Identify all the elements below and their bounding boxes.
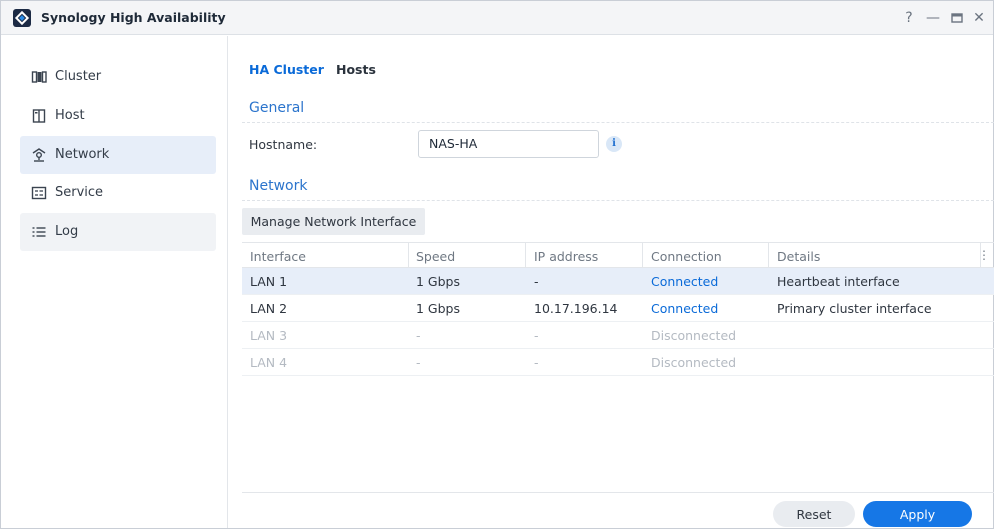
sidebar-item-label: Service (55, 185, 104, 200)
synology-ha-app-icon (13, 9, 31, 27)
service-icon (31, 185, 47, 201)
cell-connection: Connected (651, 301, 719, 316)
table-row[interactable]: LAN 3 - - Disconnected (242, 322, 994, 349)
app-window: Synology High Availability ? — ✕ Cluster… (0, 0, 994, 529)
column-header-ip-address[interactable]: IP address (534, 249, 598, 264)
cell-connection: Disconnected (651, 328, 737, 343)
hostname-label: Hostname: (249, 137, 318, 152)
sidebar-item-service[interactable]: Service (20, 174, 216, 212)
cell-ip-address: - (534, 355, 539, 370)
cell-speed: 1 Gbps (416, 301, 460, 316)
minimize-icon[interactable]: — (923, 9, 943, 27)
sidebar-item-label: Network (55, 147, 110, 162)
cell-interface: LAN 2 (250, 301, 288, 316)
host-icon (31, 108, 47, 124)
info-icon[interactable]: i (606, 136, 622, 152)
cell-ip-address: 10.17.196.14 (534, 301, 618, 316)
title-bar: Synology High Availability ? — ✕ (1, 1, 993, 35)
column-header-details[interactable]: Details (777, 249, 820, 264)
column-header-connection[interactable]: Connection (651, 249, 722, 264)
column-options-icon[interactable]: ⋮ (978, 248, 990, 262)
cell-interface: LAN 3 (250, 328, 288, 343)
cell-details: Primary cluster interface (777, 301, 932, 316)
column-header-speed[interactable]: Speed (416, 249, 455, 264)
cell-connection: Connected (651, 274, 719, 289)
tab-ha-cluster[interactable]: HA Cluster (249, 62, 324, 77)
hostname-input[interactable]: NAS-HA (418, 130, 599, 158)
close-icon[interactable]: ✕ (969, 9, 989, 27)
table-row[interactable]: LAN 1 1 Gbps - Connected Heartbeat inter… (242, 268, 994, 295)
sidebar-item-cluster[interactable]: Cluster (20, 58, 216, 96)
apply-button[interactable]: Apply (863, 501, 972, 527)
sidebar-item-label: Cluster (55, 69, 102, 84)
manage-network-interface-button[interactable]: Manage Network Interface (242, 208, 425, 235)
cell-details: Heartbeat interface (777, 274, 900, 289)
sidebar-item-label: Log (55, 224, 79, 239)
network-icon (31, 147, 47, 163)
section-divider (242, 200, 994, 201)
cell-speed: - (416, 328, 421, 343)
sidebar-item-network[interactable]: Network (20, 136, 216, 174)
sidebar: Cluster Host Network Service Log (1, 36, 228, 528)
sidebar-item-label: Host (55, 108, 85, 123)
maximize-icon[interactable] (947, 9, 967, 27)
main-content: HA Cluster Hosts General Hostname: NAS-H… (229, 36, 994, 528)
general-section-title: General (249, 100, 305, 116)
cluster-icon (31, 69, 47, 85)
sidebar-item-host[interactable]: Host (20, 97, 216, 135)
table-header: Interface Speed IP address Connection De… (242, 242, 994, 268)
window-title: Synology High Availability (41, 10, 226, 25)
tab-hosts[interactable]: Hosts (336, 62, 376, 77)
cell-interface: LAN 4 (250, 355, 288, 370)
section-divider (242, 122, 994, 123)
cell-speed: - (416, 355, 421, 370)
help-icon[interactable]: ? (899, 9, 919, 27)
cell-speed: 1 Gbps (416, 274, 460, 289)
sidebar-item-log[interactable]: Log (20, 213, 216, 251)
table-row[interactable]: LAN 4 - - Disconnected (242, 349, 994, 376)
cell-ip-address: - (534, 274, 539, 289)
footer-divider (242, 492, 994, 493)
cell-ip-address: - (534, 328, 539, 343)
reset-button[interactable]: Reset (773, 501, 855, 527)
log-icon (31, 224, 47, 240)
table-row[interactable]: LAN 2 1 Gbps 10.17.196.14 Connected Prim… (242, 295, 994, 322)
column-header-interface[interactable]: Interface (250, 249, 306, 264)
cell-connection: Disconnected (651, 355, 737, 370)
cell-interface: LAN 1 (250, 274, 288, 289)
network-section-title: Network (249, 178, 308, 194)
